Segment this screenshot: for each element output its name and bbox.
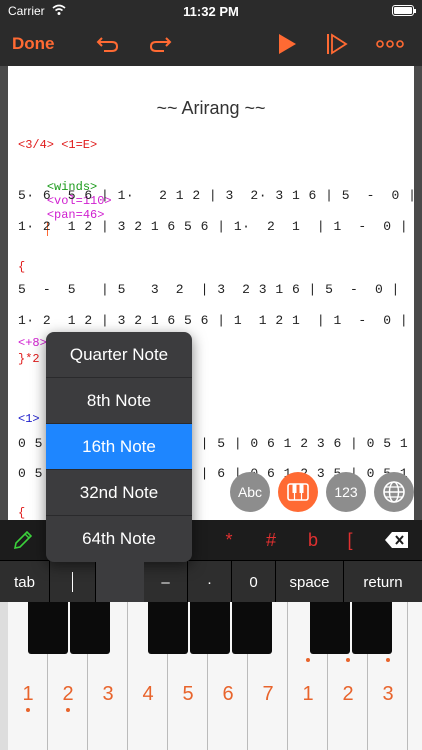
- key-label: 7: [262, 683, 274, 705]
- status-bar: Carrier 11:32 PM: [0, 0, 422, 22]
- undo-icon: [96, 37, 119, 52]
- piano-key-partial[interactable]: [408, 602, 422, 750]
- play-button[interactable]: [270, 22, 304, 66]
- globe-button[interactable]: [374, 472, 414, 512]
- key-label: 3: [102, 683, 114, 705]
- piano-black-key[interactable]: [28, 602, 68, 654]
- key-label: 5: [182, 683, 194, 705]
- play-icon: [279, 34, 296, 54]
- pencil-button[interactable]: [0, 520, 46, 560]
- piano-black-key[interactable]: [310, 602, 350, 654]
- menu-item-16th-note[interactable]: 16th Note: [46, 424, 192, 470]
- redo-button[interactable]: [144, 22, 176, 66]
- high-octave-dot: [306, 658, 310, 662]
- high-octave-dot: [386, 658, 390, 662]
- key-label: 3: [382, 683, 394, 705]
- return-key[interactable]: return: [344, 561, 422, 603]
- symbol-sharp-button[interactable]: #: [250, 520, 292, 560]
- key-row: tab – · 0 space return: [0, 560, 422, 603]
- music-line-4: 5 - 5 | 5 3 2 | 3 2 3 1 6 | 5 - 0 |: [18, 282, 400, 297]
- backspace-button[interactable]: [372, 520, 422, 560]
- music-line-11: {: [18, 506, 26, 520]
- piano-black-key[interactable]: [190, 602, 230, 654]
- piano-black-key[interactable]: [148, 602, 188, 654]
- key-label: 2: [62, 683, 74, 705]
- music-line-5: 1· 2 1 2 | 3 2 1 6 5 6 | 1 1 2 1 | 1 - 0…: [18, 313, 409, 328]
- music-line-6: <+8>: [18, 336, 47, 350]
- caret-icon: [72, 572, 73, 592]
- music-line-7: }*2: [18, 352, 40, 366]
- header-line: <3/4> <1=E>: [18, 138, 98, 152]
- piano-black-key[interactable]: [70, 602, 110, 654]
- top-toolbar: Done: [0, 22, 422, 66]
- low-octave-dot: [26, 708, 30, 712]
- piano-black-key[interactable]: [352, 602, 392, 654]
- tags-line: <winds> <vol=110> <pan=46>: [18, 166, 112, 250]
- symbol-bracket-button[interactable]: [: [330, 520, 370, 560]
- symbol-star-button[interactable]: *: [208, 520, 250, 560]
- done-button[interactable]: Done: [12, 22, 72, 66]
- more-button[interactable]: [372, 22, 408, 66]
- piano-keyboard: 1 2 3 4 5 6 7 1 2 3: [0, 602, 422, 750]
- dash-key[interactable]: –: [144, 561, 188, 603]
- play-step-icon: [327, 33, 348, 55]
- menu-anchor: [96, 560, 144, 602]
- key-label: 2: [342, 683, 354, 705]
- cursor-key[interactable]: [50, 561, 96, 603]
- high-octave-dot: [346, 658, 350, 662]
- piano-black-key[interactable]: [232, 602, 272, 654]
- globe-icon: [383, 481, 405, 503]
- symbol-flat-button[interactable]: b: [292, 520, 334, 560]
- menu-item-64th-note[interactable]: 64th Note: [46, 516, 192, 562]
- note-duration-menu: Quarter Note 8th Note 16th Note 32nd Not…: [46, 332, 192, 562]
- low-octave-dot: [66, 708, 70, 712]
- music-line-1: 5· 6 5 6 | 1· 2 1 2 | 3 2· 3 1 6 | 5 - 0…: [18, 188, 414, 203]
- key-label: 1: [302, 683, 314, 705]
- clock: 11:32 PM: [183, 4, 239, 19]
- undo-button[interactable]: [92, 22, 124, 66]
- more-icon: [376, 40, 404, 48]
- space-key[interactable]: space: [276, 561, 344, 603]
- piano-icon: [287, 483, 309, 501]
- zero-key[interactable]: 0: [232, 561, 276, 603]
- pencil-icon: [13, 530, 33, 550]
- music-line-2: 1· 2 1 2 | 3 2 1 6 5 6 | 1· 2 1 | 1 - 0 …: [18, 219, 409, 234]
- piano-mode-button[interactable]: [278, 472, 318, 512]
- battery-icon: [392, 5, 416, 16]
- key-label: 1: [22, 683, 34, 705]
- abc-mode-button[interactable]: Abc: [230, 472, 270, 512]
- music-line-8: <1>: [18, 412, 40, 426]
- score-title: ~~ Arirang ~~: [156, 98, 266, 118]
- menu-item-8th-note[interactable]: 8th Note: [46, 378, 192, 424]
- key-label: 4: [142, 683, 154, 705]
- dot-key[interactable]: ·: [188, 561, 232, 603]
- tab-key[interactable]: tab: [0, 561, 50, 603]
- menu-item-quarter-note[interactable]: Quarter Note: [46, 332, 192, 378]
- key-label: 6: [222, 683, 234, 705]
- play-step-button[interactable]: [320, 22, 354, 66]
- backspace-icon: [385, 532, 408, 548]
- redo-icon: [149, 37, 172, 52]
- number-mode-button[interactable]: 123: [326, 472, 366, 512]
- music-line-3: {: [18, 260, 26, 274]
- menu-item-32nd-note[interactable]: 32nd Note: [46, 470, 192, 516]
